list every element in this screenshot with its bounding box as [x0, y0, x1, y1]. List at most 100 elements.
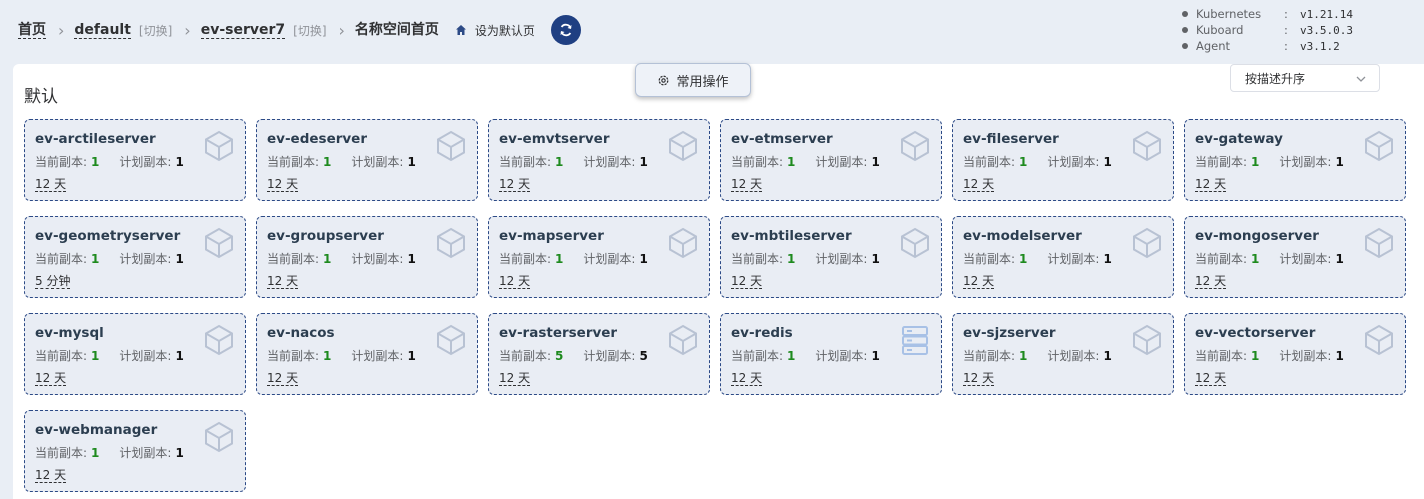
replica-info: 当前副本: 1 计划副本: 1 [1195, 250, 1344, 267]
workload-card[interactable]: ev-mysql 当前副本: 1 计划副本: 1 12 天 [24, 313, 246, 395]
planned-replicas-label: 计划副本: [119, 252, 172, 266]
current-replicas-label: 当前副本: [731, 349, 784, 363]
workload-name[interactable]: ev-mapserver [499, 228, 604, 244]
planned-replicas-value: 1 [1103, 155, 1112, 169]
refresh-button[interactable] [550, 15, 581, 45]
cube-icon [899, 130, 931, 162]
workload-card[interactable]: ev-vectorserver 当前副本: 1 计划副本: 1 12 天 [1184, 313, 1406, 395]
workload-card[interactable]: ev-mbtileserver 当前副本: 1 计划副本: 1 12 天 [720, 216, 942, 298]
workload-name[interactable]: ev-mysql [35, 325, 104, 341]
bullet-icon [1182, 11, 1188, 17]
planned-replicas-label: 计划副本: [351, 155, 404, 169]
cube-icon [435, 130, 467, 162]
workload-name[interactable]: ev-edeserver [267, 131, 367, 147]
workload-name[interactable]: ev-redis [731, 325, 793, 341]
server-switch-link[interactable]: [切换] [293, 22, 326, 39]
workload-card[interactable]: ev-sjzserver 当前副本: 1 计划副本: 1 12 天 [952, 313, 1174, 395]
set-default-page-link[interactable]: 设为默认页 [475, 22, 535, 39]
replica-info: 当前副本: 1 计划副本: 1 [1195, 347, 1344, 364]
version-row-agent: Agent : v3.1.2 [1180, 38, 1353, 54]
workload-name[interactable]: ev-geometryserver [35, 228, 180, 244]
planned-replicas-label: 计划副本: [583, 252, 636, 266]
current-replicas-label: 当前副本: [963, 155, 1016, 169]
workload-name[interactable]: ev-sjzserver [963, 325, 1056, 341]
workload-card[interactable]: ev-rasterserver 当前副本: 5 计划副本: 5 12 天 [488, 313, 710, 395]
workload-name[interactable]: ev-groupserver [267, 228, 384, 244]
workload-card[interactable]: ev-mapserver 当前副本: 1 计划副本: 1 12 天 [488, 216, 710, 298]
workload-card[interactable]: ev-etmserver 当前副本: 1 计划副本: 1 12 天 [720, 119, 942, 201]
workload-name[interactable]: ev-webmanager [35, 422, 157, 438]
current-replicas-label: 当前副本: [963, 349, 1016, 363]
breadcrumb-current: 名称空间首页 [354, 22, 439, 38]
planned-replicas-label: 计划副本: [1047, 252, 1100, 266]
version-name: Kuboard [1196, 23, 1244, 37]
cube-icon [203, 130, 235, 162]
workload-name[interactable]: ev-emvtserver [499, 131, 610, 147]
workload-age: 12 天 [35, 371, 67, 386]
planned-replicas-label: 计划副本: [1279, 252, 1332, 266]
current-replicas-label: 当前副本: [731, 252, 784, 266]
cluster-switch-link[interactable]: [切换] [139, 22, 172, 39]
workload-name[interactable]: ev-mbtileserver [731, 228, 852, 244]
workload-age: 12 天 [963, 177, 995, 192]
cube-icon [203, 324, 235, 356]
workload-name[interactable]: ev-rasterserver [499, 325, 617, 341]
planned-replicas-label: 计划副本: [1279, 155, 1332, 169]
workload-card[interactable]: ev-groupserver 当前副本: 1 计划副本: 1 12 天 [256, 216, 478, 298]
workload-card[interactable]: ev-webmanager 当前副本: 1 计划副本: 1 12 天 [24, 410, 246, 492]
cube-icon [667, 324, 699, 356]
replica-info: 当前副本: 1 计划副本: 1 [35, 347, 184, 364]
breadcrumb-home[interactable]: 首页 [18, 22, 46, 39]
current-replicas-value: 1 [1251, 252, 1260, 266]
workload-card[interactable]: ev-gateway 当前副本: 1 计划副本: 1 12 天 [1184, 119, 1406, 201]
workload-card[interactable]: ev-nacos 当前副本: 1 计划副本: 1 12 天 [256, 313, 478, 395]
replica-info: 当前副本: 1 计划副本: 1 [35, 250, 184, 267]
workload-name[interactable]: ev-mongoserver [1195, 228, 1319, 244]
current-replicas-value: 1 [787, 155, 796, 169]
workload-card[interactable]: ev-arctileserver 当前副本: 1 计划副本: 1 12 天 [24, 119, 246, 201]
cube-icon [203, 421, 235, 453]
current-replicas-value: 1 [323, 155, 332, 169]
workload-card[interactable]: ev-edeserver 当前副本: 1 计划副本: 1 12 天 [256, 119, 478, 201]
workload-card[interactable]: ev-emvtserver 当前副本: 1 计划副本: 1 12 天 [488, 119, 710, 201]
breadcrumb-cluster[interactable]: default [74, 22, 131, 39]
workload-card[interactable]: ev-mongoserver 当前副本: 1 计划副本: 1 12 天 [1184, 216, 1406, 298]
planned-replicas-value: 1 [407, 155, 416, 169]
workload-name[interactable]: ev-fileserver [963, 131, 1059, 147]
current-replicas-label: 当前副本: [1195, 252, 1248, 266]
sort-order-select[interactable]: 按描述升序 [1230, 64, 1380, 92]
workload-card[interactable]: ev-geometryserver 当前副本: 1 计划副本: 1 5 分钟 [24, 216, 246, 298]
workload-name[interactable]: ev-nacos [267, 325, 335, 341]
current-replicas-label: 当前副本: [963, 252, 1016, 266]
version-value: v3.1.2 [1300, 39, 1340, 53]
common-operations-label: 常用操作 [676, 74, 729, 90]
workload-name[interactable]: ev-modelserver [963, 228, 1082, 244]
workload-card[interactable]: ev-redis 当前副本: 1 计划副本: 1 12 天 [720, 313, 942, 395]
workload-age: 12 天 [1195, 274, 1227, 289]
workload-card[interactable]: ev-fileserver 当前副本: 1 计划副本: 1 12 天 [952, 119, 1174, 201]
replica-info: 当前副本: 1 计划副本: 1 [963, 250, 1112, 267]
workload-name[interactable]: ev-vectorserver [1195, 325, 1315, 341]
workload-name[interactable]: ev-gateway [1195, 131, 1283, 147]
breadcrumb-server[interactable]: ev-server7 [200, 22, 286, 39]
bullet-icon [1182, 27, 1188, 33]
cube-icon [1363, 130, 1395, 162]
current-replicas-value: 1 [91, 349, 100, 363]
planned-replicas-label: 计划副本: [119, 446, 172, 460]
common-operations-button[interactable]: 常用操作 [635, 63, 751, 97]
version-name: Kubernetes [1196, 7, 1262, 21]
workload-age: 12 天 [731, 371, 763, 386]
version-row-kuboard: Kuboard : v3.5.0.3 [1180, 22, 1353, 38]
current-replicas-label: 当前副本: [35, 252, 88, 266]
workload-card[interactable]: ev-modelserver 当前副本: 1 计划副本: 1 12 天 [952, 216, 1174, 298]
version-value: v1.21.14 [1300, 7, 1353, 21]
cube-icon [667, 130, 699, 162]
version-separator: : [1284, 7, 1288, 21]
workload-age: 12 天 [35, 468, 67, 483]
version-separator: : [1284, 23, 1288, 37]
workload-name[interactable]: ev-arctileserver [35, 131, 156, 147]
workload-age: 12 天 [1195, 371, 1227, 386]
workload-name[interactable]: ev-etmserver [731, 131, 833, 147]
top-bar: 首页 › default [切换] › ev-server7 [切换] › 名称… [0, 0, 1424, 64]
home-icon[interactable] [455, 24, 467, 36]
